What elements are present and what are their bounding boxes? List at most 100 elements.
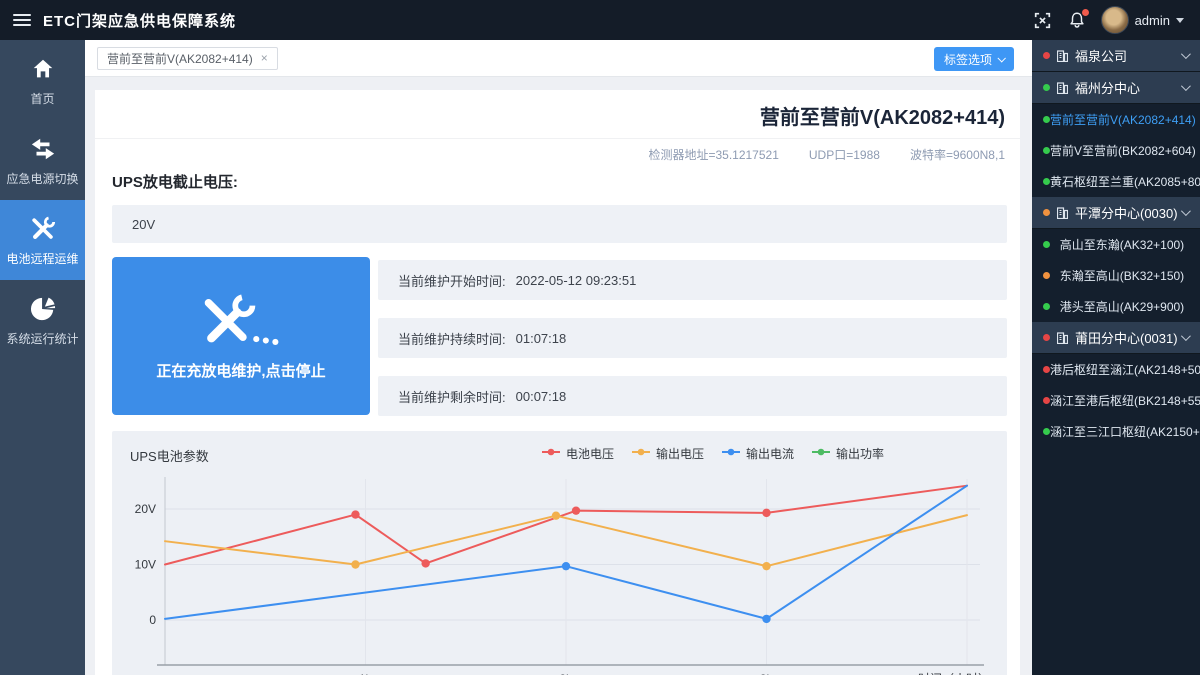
chart-legend: 电池电压 输出电压 输出电流 输出功率 [542, 444, 884, 462]
y-tick-label: 0 [149, 613, 156, 627]
building-icon [1057, 332, 1068, 344]
app-root: ETC门架应急供电保障系统 admin [0, 0, 1200, 675]
status-dot [1043, 272, 1050, 279]
data-point[interactable] [572, 506, 580, 514]
tree-item-高山至东瀚(AK32+100)[interactable]: 高山至东瀚(AK32+100) [1032, 229, 1200, 260]
tree-group-label: 莆田分中心(0031) [1075, 328, 1178, 347]
tree-item-港后枢纽至涵江(AK2148+500)[interactable]: 港后枢纽至涵江(AK2148+500) [1032, 354, 1200, 385]
status-dot [1043, 147, 1050, 154]
status-dot [1043, 116, 1050, 123]
data-point[interactable] [351, 510, 359, 518]
fullscreen-icon[interactable] [1033, 10, 1053, 30]
tree-item-label: 黄石枢纽至兰重(AK2085+800) [1050, 173, 1200, 190]
maintenance-info-row: 当前维护开始时间:2022-05-12 09:23:51 [378, 260, 1007, 300]
chevron-down-icon [1181, 331, 1191, 341]
top-navbar: ETC门架应急供电保障系统 admin [0, 0, 1200, 40]
legend-item-输出功率[interactable]: 输出功率 [812, 444, 884, 462]
sidebar-item-label: 电池远程运维 [6, 252, 78, 267]
tree-group-福州分中心[interactable]: 福州分中心 [1032, 72, 1200, 104]
stop-maintenance-button[interactable]: 正在充放电维护,点击停止 [112, 257, 370, 415]
meta-value: 检测器地址=35.1217521 [648, 148, 778, 162]
home-icon [30, 55, 56, 83]
status-dot [1043, 397, 1050, 404]
legend-item-输出电流[interactable]: 输出电流 [722, 444, 794, 462]
tree-item-营前至营前V(AK2082+414)[interactable]: 营前至营前V(AK2082+414) [1032, 104, 1200, 135]
chart-title: UPS电池参数 [130, 446, 209, 465]
data-point[interactable] [562, 562, 570, 570]
data-point[interactable] [552, 511, 560, 519]
info-value: 01:07:18 [516, 331, 567, 346]
sidebar-item-首页[interactable]: 首页 [0, 40, 85, 120]
legend-marker [812, 444, 830, 462]
user-menu[interactable]: admin [1101, 6, 1184, 34]
tree-group-label: 福泉公司 [1075, 46, 1127, 65]
notification-badge [1082, 9, 1089, 16]
meta-value: UDP口=1988 [809, 148, 880, 162]
data-point[interactable] [762, 615, 770, 623]
tab-label: 营前至营前V(AK2082+414) [107, 50, 253, 67]
tree-item-label: 东瀚至高山(BK32+150) [1050, 267, 1200, 284]
sidebar-item-电池远程运维[interactable]: 电池远程运维 [0, 200, 85, 280]
pie-chart-icon [30, 295, 56, 323]
legend-marker [542, 444, 560, 462]
meta-value: 波特率=9600N8,1 [910, 148, 1005, 162]
tree-group-莆田分中心(0031)[interactable]: 莆田分中心(0031) [1032, 322, 1200, 354]
legend-label: 电池电压 [566, 445, 614, 462]
tree-item-港头至高山(AK29+900)[interactable]: 港头至高山(AK29+900) [1032, 291, 1200, 322]
close-icon[interactable]: × [261, 51, 268, 65]
tab-bar: 营前至营前V(AK2082+414) × 标签选项 [85, 40, 1032, 77]
tree-item-东瀚至高山(BK32+150)[interactable]: 东瀚至高山(BK32+150) [1032, 260, 1200, 291]
data-point[interactable] [762, 562, 770, 570]
main-area: 营前至营前V(AK2082+414) × 标签选项 营前至营前V(AK2082+… [85, 40, 1032, 675]
legend-item-输出电压[interactable]: 输出电压 [632, 444, 704, 462]
notification-bell-icon[interactable] [1067, 10, 1087, 30]
maintenance-status-label: 正在充放电维护,点击停止 [156, 360, 325, 381]
legend-item-电池电压[interactable]: 电池电压 [542, 444, 614, 462]
left-sidebar: 首页应急电源切换电池远程运维系统运行统计 [0, 40, 85, 675]
tree-group-福泉公司[interactable]: 福泉公司 [1032, 40, 1200, 72]
data-point[interactable] [351, 560, 359, 568]
tag-options-button[interactable]: 标签选项 [934, 47, 1014, 71]
status-dot [1043, 334, 1050, 341]
tree-item-label: 营前至营前V(AK2082+414) [1050, 111, 1200, 128]
legend-marker [722, 444, 740, 462]
sidebar-item-应急电源切换[interactable]: 应急电源切换 [0, 120, 85, 200]
username: admin [1135, 13, 1170, 28]
tree-item-label: 营前V至营前(BK2082+604) [1050, 142, 1200, 159]
detector-meta: 检测器地址=35.1217521 UDP口=1988 波特率=9600N8,1 [95, 139, 1020, 166]
swap-arrows-icon [29, 135, 57, 163]
info-label: 当前维护剩余时间: [398, 387, 506, 406]
data-point[interactable] [421, 559, 429, 567]
ups-parameters-chart: 20V10V01h2h3h时间（小时） [112, 467, 1008, 675]
info-label: 当前维护持续时间: [398, 329, 506, 348]
content-area: 营前至营前V(AK2082+414) 检测器地址=35.1217521 UDP口=… [85, 77, 1032, 675]
status-dot [1043, 241, 1050, 248]
tree-item-黄石枢纽至兰重(AK2085+800)[interactable]: 黄石枢纽至兰重(AK2085+800) [1032, 166, 1200, 197]
chevron-down-icon [1181, 81, 1191, 91]
tree-item-label: 港后枢纽至涵江(AK2148+500) [1050, 361, 1200, 378]
menu-icon[interactable] [13, 11, 31, 29]
gantry-tree-sidebar: 福泉公司福州分中心营前至营前V(AK2082+414) 营前V至营前(BK2082… [1032, 40, 1200, 675]
page-title: 营前至营前V(AK2082+414) [95, 90, 1020, 139]
cutoff-voltage-value: 20V [112, 205, 1007, 243]
avatar[interactable] [1101, 6, 1129, 34]
maintenance-info-row: 当前维护持续时间: 01:07:18 [378, 318, 1007, 358]
legend-label: 输出电压 [656, 445, 704, 462]
tree-group-平潭分中心(0030)[interactable]: 平潭分中心(0030) [1032, 197, 1200, 229]
sidebar-item-系统运行统计[interactable]: 系统运行统计 [0, 280, 85, 360]
data-point[interactable] [762, 509, 770, 517]
maintenance-section: 正在充放电维护,点击停止 当前维护开始时间:2022-05-12 09:23:5… [112, 257, 1007, 416]
info-value: 2022-05-12 09:23:51 [516, 273, 637, 288]
tree-item-营前V至营前(BK2082+604)[interactable]: 营前V至营前(BK2082+604) [1032, 135, 1200, 166]
tree-item-label: 港头至高山(AK29+900) [1050, 298, 1200, 315]
tree-item-涵江至三江口枢纽(AK2150+720)[interactable]: 涵江至三江口枢纽(AK2150+720) [1032, 416, 1200, 447]
y-tick-label: 10V [135, 558, 156, 572]
tree-group-label: 平潭分中心(0030) [1075, 203, 1178, 222]
tab-current-gantry[interactable]: 营前至营前V(AK2082+414) × [97, 47, 278, 70]
legend-label: 输出功率 [836, 445, 884, 462]
tree-item-涵江至港后枢纽(BK2148+550)[interactable]: 涵江至港后枢纽(BK2148+550) [1032, 385, 1200, 416]
tree-group-label: 福州分中心 [1075, 78, 1140, 97]
maintenance-wrench-icon [199, 292, 283, 348]
cutoff-voltage-label: UPS放电截止电压: [112, 171, 1003, 192]
status-dot [1043, 209, 1050, 216]
